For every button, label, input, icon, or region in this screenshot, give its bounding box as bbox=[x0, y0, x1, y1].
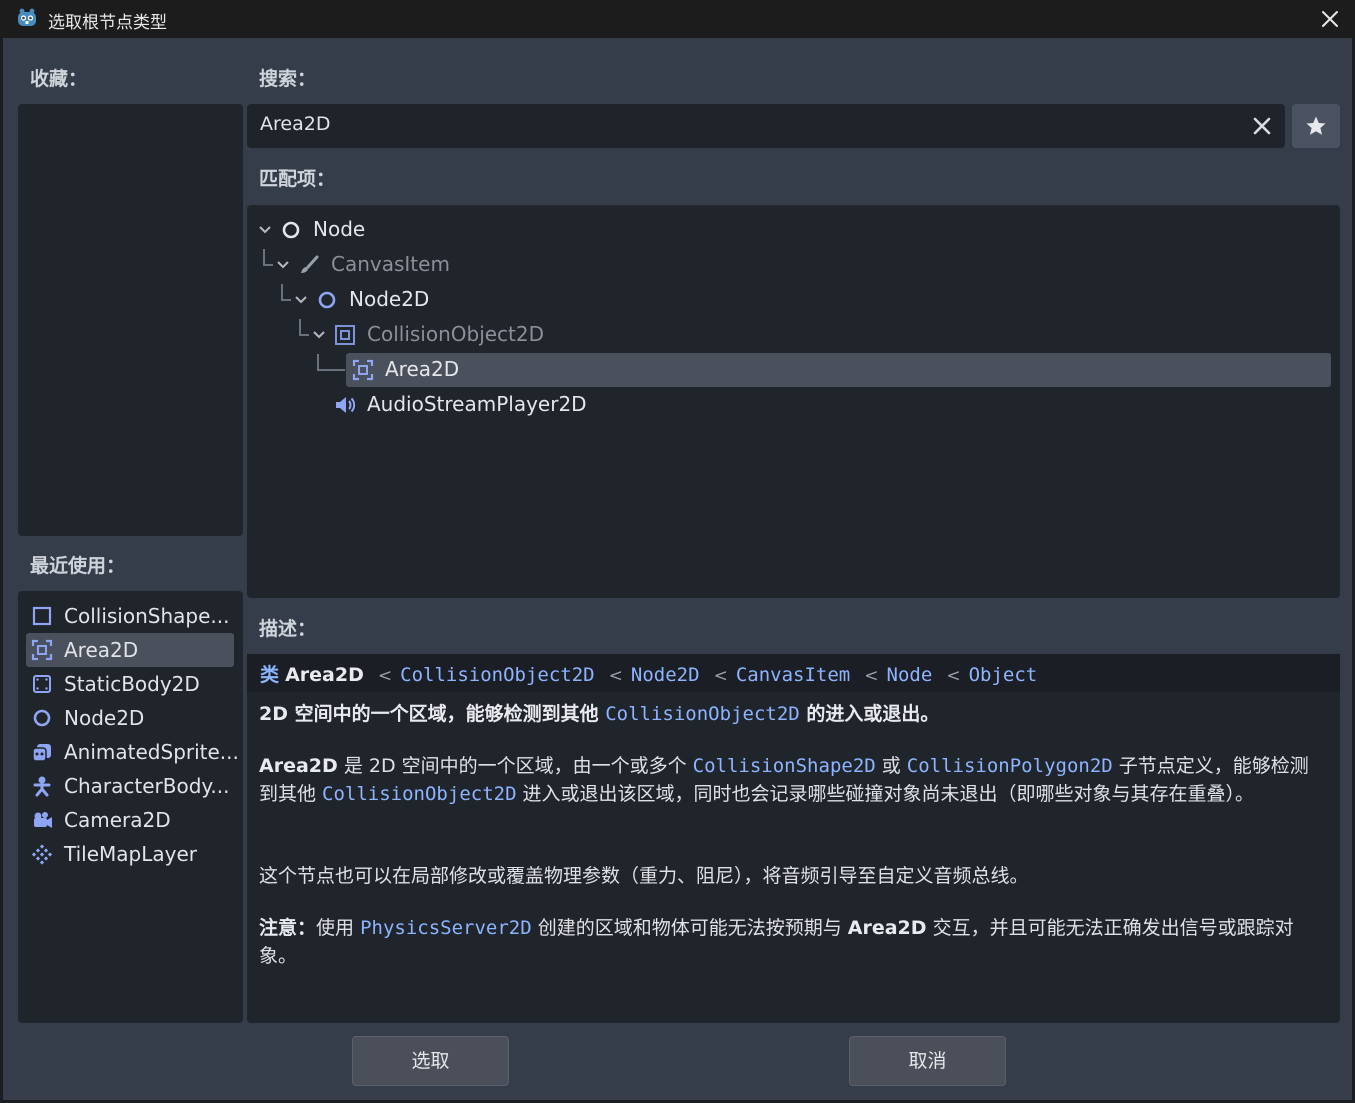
p1-text: 是 2D 空间中的一个区域，由一个或多个 bbox=[337, 755, 693, 777]
p1-text: 或 bbox=[875, 755, 907, 777]
p1-text: 进入或退出该区域，同时也会记录哪些碰撞对象尚未退出（即哪些对象与其存在重叠）。 bbox=[516, 783, 1255, 805]
inherit-link[interactable]: CollisionObject2D bbox=[400, 664, 594, 686]
class-name: Area2D bbox=[285, 664, 364, 686]
inherit-link[interactable]: Object bbox=[969, 664, 1038, 686]
recent-item-label: CollisionShape... bbox=[64, 604, 230, 628]
godot-icon bbox=[18, 8, 36, 26]
recent-item-label: AnimatedSprite... bbox=[64, 740, 239, 764]
star-icon bbox=[1306, 116, 1326, 135]
recent-item-static-body[interactable]: StaticBody2D bbox=[26, 667, 234, 701]
favorites-label: 收藏： bbox=[30, 68, 88, 90]
description-paragraph-3: 注意：使用 PhysicsServer2D 创建的区域和物体可能无法按预期与 A… bbox=[259, 914, 1324, 970]
inherit-link[interactable]: CanvasItem bbox=[736, 664, 850, 686]
recent-label: 最近使用： bbox=[30, 555, 126, 577]
inherit-separator: < bbox=[608, 666, 623, 686]
tree-item-label: Node2D bbox=[349, 287, 430, 311]
p3-text: 使用 bbox=[316, 917, 361, 939]
recent-item-camera2d[interactable]: Camera2D bbox=[26, 803, 234, 837]
close-icon[interactable] bbox=[1316, 5, 1344, 33]
recent-item-character-body[interactable]: CharacterBody... bbox=[26, 769, 234, 803]
search-label: 搜索： bbox=[259, 68, 317, 90]
recent-item-label: Camera2D bbox=[64, 808, 171, 832]
description-paragraph-1: Area2D 是 2D 空间中的一个区域，由一个或多个 CollisionSha… bbox=[259, 752, 1324, 808]
collision-object-icon bbox=[335, 325, 355, 345]
recent-item-collision-shape[interactable]: CollisionShape... bbox=[26, 599, 234, 633]
class-header: 类 Area2D < CollisionObject2D < Node2D < Can… bbox=[247, 654, 1340, 692]
recent-item-animated-sprite[interactable]: AnimatedSprite... bbox=[26, 735, 239, 769]
description-summary: 2D 空间中的一个区域，能够检测到其他 CollisionObject2D 的进… bbox=[259, 700, 1324, 728]
tree-item-label: Area2D bbox=[385, 357, 460, 381]
speaker-icon bbox=[336, 397, 356, 413]
recent-item-tilemap[interactable]: TileMapLayer bbox=[26, 837, 234, 871]
summary-text-end: 的进入或退出。 bbox=[799, 703, 940, 725]
select-button[interactable]: 选取 bbox=[352, 1036, 509, 1086]
class-inheritance-line: 类 Area2D < CollisionObject2D < Node2D < Can… bbox=[260, 660, 1037, 687]
favorite-button[interactable] bbox=[1292, 104, 1340, 148]
recent-item-label: StaticBody2D bbox=[64, 672, 200, 696]
p1-link[interactable]: CollisionPolygon2D bbox=[907, 755, 1113, 777]
area2d-icon bbox=[352, 359, 374, 381]
class-keyword: 类 bbox=[260, 664, 280, 686]
recent-item-area2d[interactable]: Area2D bbox=[26, 633, 234, 667]
recent-item-node2d[interactable]: Node2D bbox=[26, 701, 234, 735]
tree-item-label: CanvasItem bbox=[331, 252, 450, 276]
inherit-link[interactable]: Node bbox=[887, 664, 933, 686]
title-bar: 选取根节点类型 bbox=[0, 0, 1355, 38]
inherit-separator: < bbox=[946, 666, 961, 686]
search-value[interactable]: Area2D bbox=[260, 113, 330, 135]
camera-icon bbox=[34, 812, 52, 828]
node2d-icon bbox=[318, 291, 336, 309]
recent-item-label: Node2D bbox=[64, 706, 145, 730]
cancel-button[interactable]: 取消 bbox=[849, 1036, 1006, 1086]
inherit-separator: < bbox=[377, 666, 393, 686]
p1-bold: Area2D bbox=[259, 755, 338, 777]
node2d-icon bbox=[33, 709, 51, 727]
search-input[interactable]: Area2D bbox=[247, 104, 1285, 148]
inherit-link[interactable]: Node2D bbox=[631, 664, 700, 686]
node-icon bbox=[282, 221, 300, 239]
inherit-separator: < bbox=[713, 666, 728, 686]
summary-text: 2D 空间中的一个区域，能够检测到其他 bbox=[259, 703, 606, 725]
animated-sprite-icon bbox=[32, 744, 51, 762]
summary-link[interactable]: CollisionObject2D bbox=[605, 703, 799, 725]
description-paragraph-2: 这个节点也可以在局部修改或覆盖物理参数（重力、阻尼），将音频引导至自定义音频总线… bbox=[259, 865, 1029, 887]
inherit-separator: < bbox=[864, 666, 879, 686]
p3-bold: Area2D bbox=[847, 917, 927, 939]
tree-item-label: CollisionObject2D bbox=[367, 322, 545, 346]
tilemap-icon bbox=[31, 844, 53, 865]
tree-item-label: Node bbox=[313, 217, 366, 241]
recent-item-label: TileMapLayer bbox=[64, 842, 197, 866]
character-body-icon bbox=[33, 776, 51, 797]
p3-link[interactable]: PhysicsServer2D bbox=[360, 917, 532, 939]
window-title: 选取根节点类型 bbox=[48, 13, 167, 33]
description-label: 描述： bbox=[259, 618, 317, 640]
collision-shape-icon bbox=[32, 606, 52, 626]
favorites-list[interactable] bbox=[18, 104, 243, 536]
recent-item-label: CharacterBody... bbox=[64, 774, 230, 798]
p3-text: 创建的区域和物体可能无法按预期与 bbox=[531, 917, 848, 939]
area2d-icon bbox=[31, 639, 53, 661]
recent-item-label: Area2D bbox=[64, 638, 139, 662]
p1-link[interactable]: CollisionObject2D bbox=[322, 783, 516, 805]
brush-icon bbox=[301, 255, 319, 273]
tree-item-label: AudioStreamPlayer2D bbox=[367, 392, 587, 416]
p1-link[interactable]: CollisionShape2D bbox=[693, 755, 876, 777]
static-body-icon bbox=[33, 675, 51, 693]
matches-label: 匹配项： bbox=[259, 168, 336, 190]
p3-bold: 注意： bbox=[259, 917, 317, 939]
tree-selection-highlight bbox=[346, 353, 1331, 387]
clear-icon[interactable] bbox=[1249, 113, 1275, 139]
